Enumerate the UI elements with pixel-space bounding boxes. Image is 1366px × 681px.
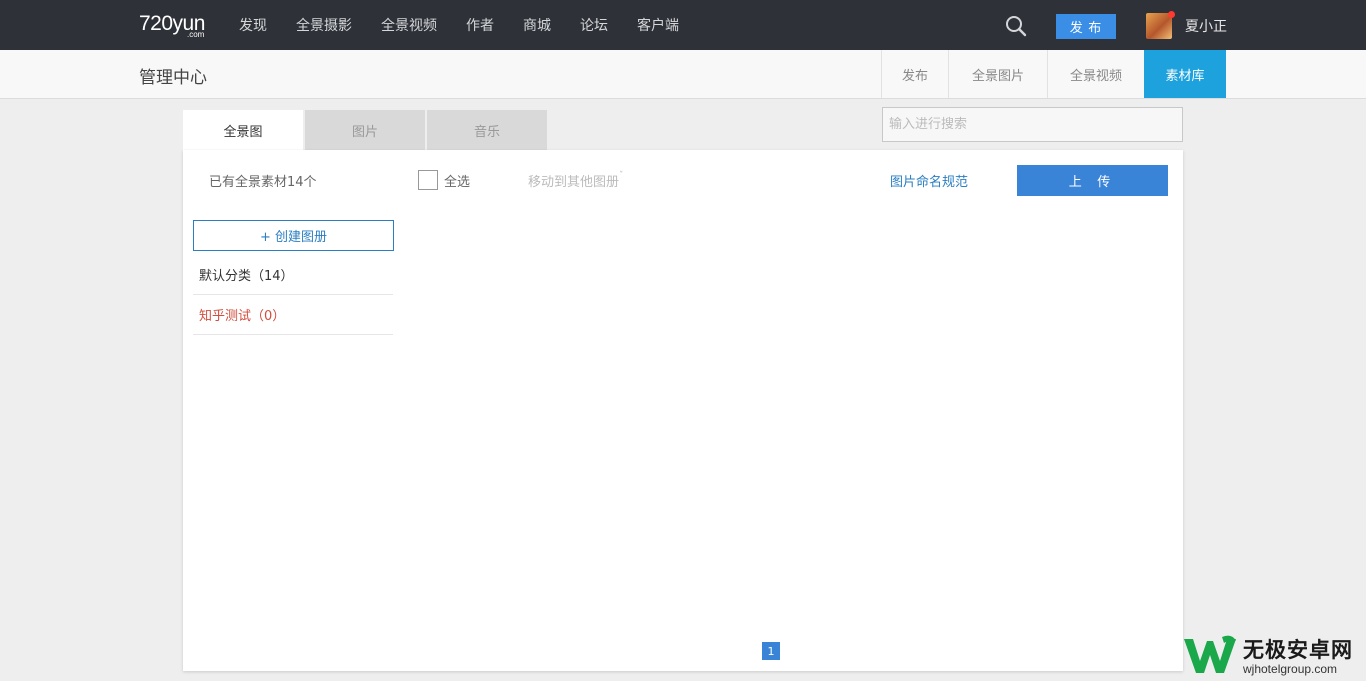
logo-domain: .com [187, 30, 205, 39]
page-title: 管理中心 [139, 68, 207, 88]
nav-forum[interactable]: 论坛 [580, 15, 608, 35]
move-to-album-label: 移动到其他图册 [528, 175, 620, 190]
tab-material-library[interactable]: 素材库 [1144, 50, 1226, 98]
album-item-default[interactable]: 默认分类（14） [193, 255, 393, 295]
tab-publish[interactable]: 发布 [881, 50, 948, 98]
tab-panorama-images[interactable]: 全景图片 [948, 50, 1047, 98]
move-to-album-dropdown[interactable]: 移动到其他图册ˇ [528, 171, 624, 190]
material-count: 已有全景素材14个 [209, 175, 317, 190]
naming-rules-link[interactable]: 图片命名规范 [890, 171, 968, 190]
nav-store[interactable]: 商城 [523, 15, 551, 35]
material-search-input[interactable] [882, 107, 1183, 142]
watermark-url: wjhotelgroup.com [1243, 662, 1338, 676]
nav-client[interactable]: 客户端 [637, 15, 679, 35]
select-all-checkbox[interactable] [418, 170, 438, 190]
nav-discover[interactable]: 发现 [239, 15, 267, 35]
search-icon[interactable] [1004, 14, 1028, 38]
management-header: 管理中心 发布 全景图片 全景视频 素材库 [0, 50, 1366, 99]
publish-button[interactable]: 发 布 [1056, 14, 1116, 39]
nav-panorama-video[interactable]: 全景视频 [381, 15, 437, 35]
select-all-label[interactable]: 全选 [444, 171, 470, 190]
watermark-logo-icon [1184, 635, 1236, 673]
watermark-title: 无极安卓网 [1243, 638, 1353, 662]
tab-music[interactable]: 音乐 [427, 110, 547, 150]
album-item-zhihu-test[interactable]: 知乎测试（0） [193, 295, 393, 335]
nav-authors[interactable]: 作者 [466, 15, 494, 35]
upload-button[interactable]: 上 传 [1017, 165, 1168, 196]
tab-images[interactable]: 图片 [305, 110, 425, 150]
main-nav: 发现 全景摄影 全景视频 作者 商城 论坛 客户端 [239, 0, 708, 50]
site-logo[interactable]: 720yun .com [139, 12, 205, 39]
username[interactable]: 夏小正 [1185, 16, 1227, 36]
top-navbar: 720yun .com 发现 全景摄影 全景视频 作者 商城 论坛 客户端 发 … [0, 0, 1366, 50]
chevron-down-icon: ˇ [619, 171, 624, 181]
create-album-button[interactable]: + 创建图册 [193, 220, 394, 251]
tab-panorama-videos[interactable]: 全景视频 [1047, 50, 1144, 98]
management-tabs: 发布 全景图片 全景视频 素材库 [881, 50, 1226, 98]
notification-dot-icon [1168, 11, 1175, 18]
material-panel: 已有全景素材14个 全选 移动到其他图册ˇ 图片命名规范 上 传 + 创建图册 … [183, 150, 1183, 671]
pagination-page[interactable]: 1 [762, 642, 780, 660]
nav-panorama-photo[interactable]: 全景摄影 [296, 15, 352, 35]
tab-panorama[interactable]: 全景图 [183, 110, 303, 151]
